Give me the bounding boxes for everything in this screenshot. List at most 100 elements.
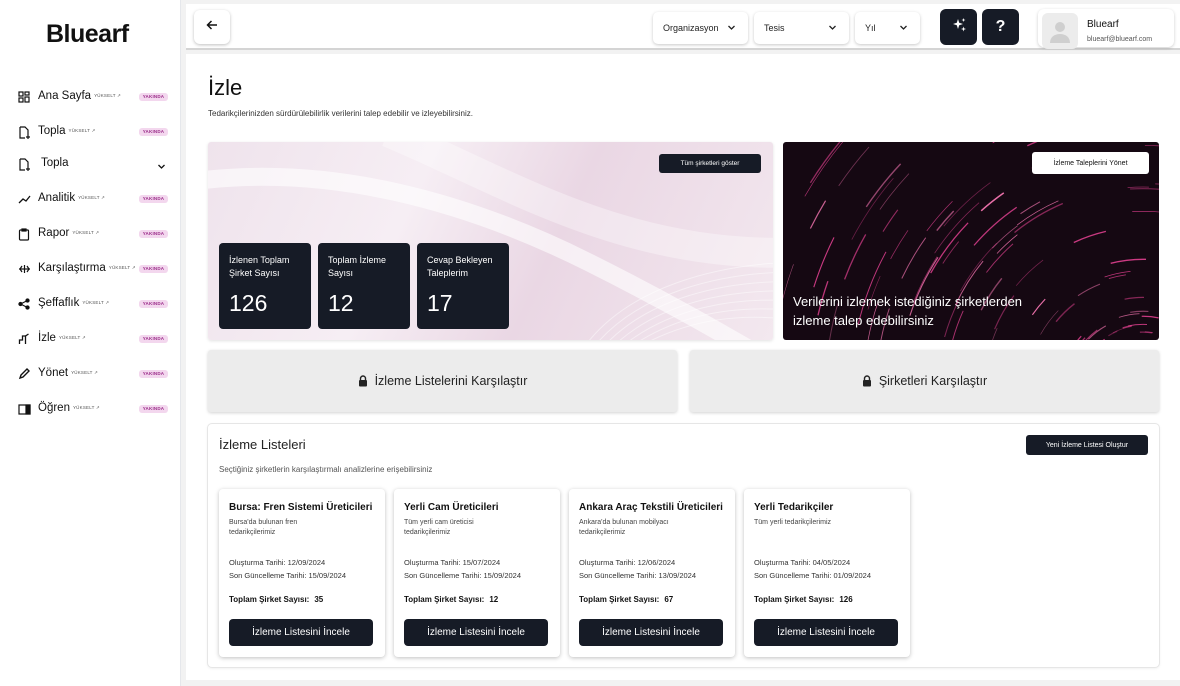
upgrade-badge: YÜKSELT ↗: [108, 264, 136, 270]
sidebar-item-seffaflik[interactable]: Şeffaflık YÜKSELT ↗ YAKINDA: [0, 291, 181, 317]
count-value: 67: [664, 595, 674, 604]
sidebar: Bluearf Ana Sayfa YÜKSELT ↗ YAKINDA Topla…: [0, 0, 181, 686]
organization-select-value: Organizasyon: [663, 23, 719, 33]
star-trail: [1073, 230, 1107, 244]
count-value: 12: [489, 595, 499, 604]
sidebar-item-analitik[interactable]: Analitik YÜKSELT ↗ YAKINDA: [0, 186, 181, 212]
view-list-button[interactable]: İzleme Listesini İncele: [579, 619, 723, 646]
chevron-down-icon: [828, 23, 837, 34]
star-trail: [1155, 183, 1159, 185]
star-trail: [991, 225, 1018, 249]
count-label: Toplam Şirket Sayısı:: [579, 595, 660, 604]
list-card-created-date: Oluşturma Tarihi: 04/05/2024: [754, 558, 851, 567]
chevron-down-icon[interactable]: [157, 158, 166, 176]
create-monitoring-list-button[interactable]: Yeni İzleme Listesi Oluştur: [1026, 435, 1148, 455]
monitoring-stats-banner: Tüm şirketleri göster İzlenen Toplam Şir…: [208, 142, 773, 340]
user-menu[interactable]: Bluearf bluearf@bluearf.com: [1038, 9, 1174, 49]
coming-soon-badge: YAKINDA: [139, 370, 168, 378]
upgrade-badge: YÜKSELT ↗: [82, 299, 110, 305]
manage-monitoring-requests-button[interactable]: İzleme Taleplerini Yönet: [1032, 152, 1149, 174]
star-trail: [901, 237, 927, 279]
coming-soon-badge: YAKINDA: [139, 195, 168, 203]
sidebar-item-topla[interactable]: Topla YÜKSELT ↗ YAKINDA: [0, 119, 181, 145]
star-trail: [980, 192, 1005, 212]
dashboard-grid-icon: [17, 90, 31, 104]
star-trail: [1027, 142, 1038, 147]
upgrade-badge: YÜKSELT ↗: [58, 334, 86, 340]
sidebar-item-yonet[interactable]: Yönet YÜKSELT ↗ YAKINDA: [0, 361, 181, 387]
list-card-description: Bursa'da bulunan fren tedarikçilerimiz: [229, 519, 298, 536]
organization-select[interactable]: Organizasyon: [653, 12, 748, 44]
star-trail: [1088, 325, 1107, 340]
share-icon: [17, 297, 31, 311]
sidebar-item-karsilastirma[interactable]: Karşılaştırma YÜKSELT ↗ YAKINDA: [0, 256, 181, 282]
compare-companies-label: Şirketleri Karşılaştır: [878, 374, 988, 388]
avatar: [1042, 13, 1078, 49]
lists-subtitle: Seçtiğiniz şirketlerin karşılaştırmalı a…: [219, 465, 433, 474]
upgrade-badge: YÜKSELT ↗: [78, 194, 105, 200]
list-card-updated-date: Son Güncelleme Tarihi: 15/09/2024: [229, 571, 347, 580]
sparkles-icon: [951, 17, 967, 38]
star-trail: [843, 234, 867, 280]
star-trail: [1124, 296, 1145, 300]
star-trail: [973, 206, 1018, 246]
stat-card-total-monitoring[interactable]: Toplam İzleme Sayısı 12: [318, 243, 410, 329]
coming-soon-badge: YAKINDA: [139, 300, 168, 308]
star-trail: [992, 142, 995, 144]
star-trail: [1077, 335, 1082, 340]
help-button[interactable]: ?: [982, 9, 1019, 45]
sidebar-item-rapor[interactable]: Rapor YÜKSELT ↗ YAKINDA: [0, 221, 181, 247]
star-trail: [882, 209, 899, 232]
compare-companies-button[interactable]: Şirketleri Karşılaştır: [690, 350, 1159, 412]
list-card-description: Tüm yerli cam üreticisi tedarikçilerimiz: [404, 519, 474, 536]
stat-card-total-companies[interactable]: İzlenen Toplam Şirket Sayısı 126: [219, 243, 311, 329]
view-list-button[interactable]: İzleme Listesini İncele: [229, 619, 373, 646]
compare-lists-label: İzleme Listelerini Karşılaştır: [374, 374, 528, 388]
star-trail: [986, 243, 1014, 273]
back-button[interactable]: [194, 10, 230, 44]
bluearf-logo[interactable]: Bluearf: [46, 20, 129, 49]
sidebar-item-ogren[interactable]: Öğren YÜKSELT ↗ YAKINDA: [0, 396, 181, 422]
stat-value: 17: [427, 290, 453, 316]
star-trail: [809, 200, 827, 229]
sidebar-item-ana-sayfa[interactable]: Ana Sayfa YÜKSELT ↗ YAKINDA: [0, 84, 181, 110]
facility-select[interactable]: Tesis: [754, 12, 849, 44]
learn-panel-icon: [17, 402, 31, 416]
year-select[interactable]: Yıl: [855, 12, 920, 44]
list-card-company-count: Toplam Şirket Sayısı: 35: [229, 595, 323, 604]
list-card-updated-date: Son Güncelleme Tarihi: 15/09/2024: [404, 571, 522, 580]
list-card-company-count: Toplam Şirket Sayısı: 12: [404, 595, 498, 604]
star-trail: [996, 234, 1018, 254]
monitoring-lists-panel: İzleme Listeleri Seçtiğiniz şirketlerin …: [208, 424, 1159, 667]
view-list-button[interactable]: İzleme Listesini İncele: [404, 619, 548, 646]
star-trail: [943, 182, 991, 227]
coming-soon-badge: YAKINDA: [139, 93, 168, 101]
sidebar-item-label: İzle: [38, 332, 56, 344]
chevron-down-icon: [899, 23, 908, 34]
view-list-button[interactable]: İzleme Listesini İncele: [754, 619, 898, 646]
show-all-companies-button[interactable]: Tüm şirketleri göster: [659, 154, 761, 173]
list-card-title: Bursa: Fren Sistemi Üreticileri: [229, 502, 373, 513]
star-trail: [851, 177, 894, 240]
sidebar-item-label: Ana Sayfa: [38, 90, 92, 102]
sidebar-item-izle[interactable]: İzle YÜKSELT ↗ YAKINDA: [0, 326, 181, 352]
help-icon: ?: [995, 18, 1006, 35]
chevron-down-icon: [727, 23, 736, 34]
stat-card-pending-requests[interactable]: Cevap Bekleyen Taleplerim 17: [417, 243, 509, 329]
star-trail: [865, 163, 902, 208]
sidebar-item-label: Analitik: [38, 192, 76, 204]
trend-line-icon: [17, 192, 31, 206]
star-trail: [1127, 323, 1148, 327]
star-trail: [1055, 303, 1075, 323]
lock-icon: [862, 375, 872, 387]
list-card-updated-date: Son Güncelleme Tarihi: 01/09/2024: [754, 571, 872, 580]
sidebar-item-topla-expandable[interactable]: Topla: [0, 151, 181, 177]
upgrade-badge: YÜKSELT ↗: [68, 127, 96, 133]
list-card-title: Yerli Tedarikçiler: [754, 502, 834, 513]
sidebar-item-label: Topla: [38, 125, 66, 137]
compare-lists-button[interactable]: İzleme Listelerini Karşılaştır: [208, 350, 677, 412]
top-bar: Organizasyon Tesis Yıl ? Bluearf bluearf…: [186, 4, 1180, 50]
monitoring-request-banner: İzleme Taleplerini Yönet Verilerini izle…: [783, 142, 1159, 340]
stat-label: Toplam İzleme Sayısı: [328, 255, 387, 278]
ai-assistant-button[interactable]: [940, 9, 977, 45]
